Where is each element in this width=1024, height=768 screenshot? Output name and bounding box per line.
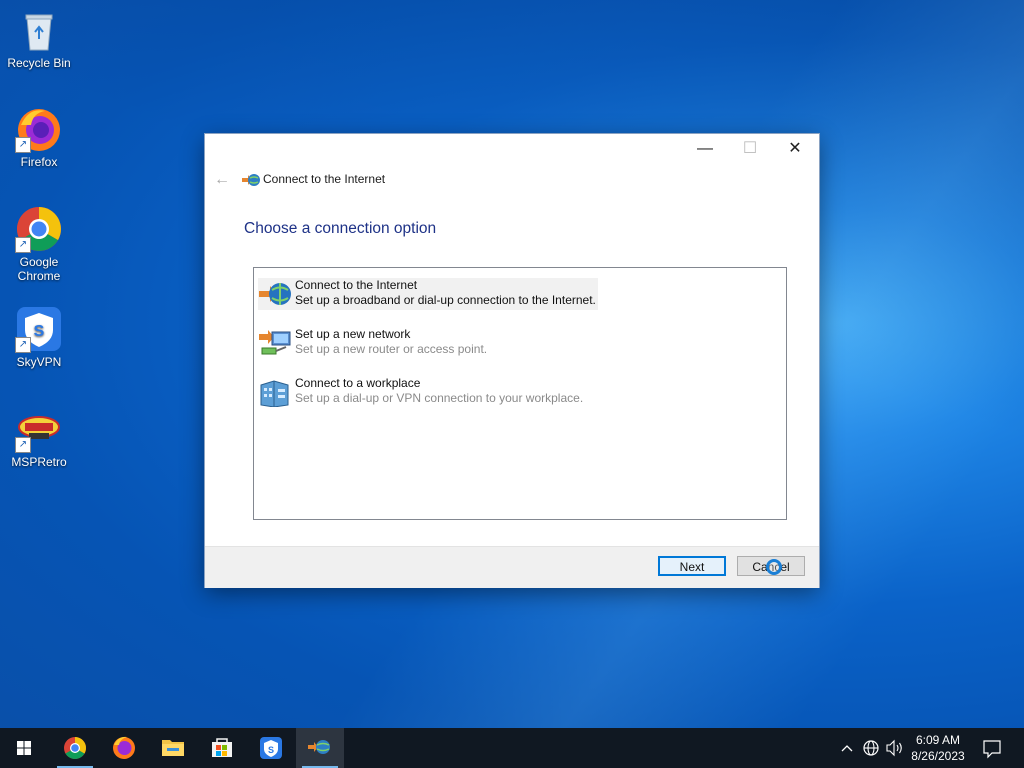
option-connect-workplace[interactable]: Connect to a workplace Set up a dial-up … xyxy=(258,376,598,408)
option-description: Set up a broadband or dial-up connection… xyxy=(295,293,596,307)
workplace-icon xyxy=(258,377,292,408)
shortcut-arrow-icon: ↗ xyxy=(15,337,31,353)
clock-date: 8/26/2023 xyxy=(911,749,965,763)
close-icon: ✕ xyxy=(788,140,802,157)
connection-options-list[interactable]: Connect to the Internet Set up a broadba… xyxy=(253,267,787,520)
taskbar-clock[interactable]: 6:09 AM 8/26/2023 xyxy=(906,732,970,764)
option-description: Set up a dial-up or VPN connection to yo… xyxy=(295,391,584,405)
skyvpn-icon: S xyxy=(260,737,282,759)
desktop-icon-label: MSPRetro xyxy=(11,455,67,469)
connect-internet-icon xyxy=(308,740,330,754)
dialog-footer: Next Cancel xyxy=(205,546,819,588)
desktop-icon-label: Recycle Bin xyxy=(7,56,71,70)
network-tray-button[interactable] xyxy=(860,728,882,768)
volume-tray-button[interactable] xyxy=(884,728,906,768)
taskbar-chrome[interactable] xyxy=(51,728,99,768)
skyvpn-icon: S ↗ xyxy=(15,305,63,353)
connect-internet-icon xyxy=(242,172,260,188)
notification-icon xyxy=(983,740,1001,759)
minimize-button[interactable]: — xyxy=(682,134,728,166)
notifications-button[interactable] xyxy=(978,728,1006,768)
shortcut-arrow-icon: ↗ xyxy=(15,437,31,453)
desktop-icon-mspretro[interactable]: ↗ MSPRetro xyxy=(4,405,74,469)
svg-text:S: S xyxy=(34,323,45,340)
shortcut-arrow-icon: ↗ xyxy=(15,237,31,253)
dialog-titlebar[interactable]: — ☐ ✕ xyxy=(205,134,819,166)
option-title: Connect to a workplace xyxy=(295,376,421,390)
chevron-up-icon xyxy=(841,745,853,752)
chrome-icon: ↗ xyxy=(15,205,63,253)
taskbar-file-explorer[interactable] xyxy=(149,728,197,768)
svg-text:S: S xyxy=(268,745,274,755)
option-title: Connect to the Internet xyxy=(295,278,418,292)
show-hidden-icons-button[interactable] xyxy=(838,728,856,768)
microsoft-store-icon xyxy=(212,738,232,757)
desktop-icon-label: Google Chrome xyxy=(17,255,61,283)
mspretro-icon: ↗ xyxy=(15,405,63,453)
recycle-bin-icon xyxy=(15,6,63,54)
next-button[interactable]: Next xyxy=(658,556,726,576)
taskbar-connect-internet[interactable] xyxy=(296,728,344,768)
option-connect-internet[interactable]: Connect to the Internet Set up a broadba… xyxy=(258,278,598,310)
minimize-icon: — xyxy=(697,140,713,157)
clock-time: 6:09 AM xyxy=(915,733,961,747)
internet-globe-icon xyxy=(258,279,292,309)
taskbar: S 6:09 AM 8/26/2023 xyxy=(0,728,1024,768)
taskbar-microsoft-store[interactable] xyxy=(198,728,246,768)
option-description: Set up a new router or access point. xyxy=(295,342,488,356)
maximize-icon: ☐ xyxy=(742,140,758,157)
chrome-icon xyxy=(64,737,86,759)
desktop-icon-recycle-bin[interactable]: Recycle Bin xyxy=(4,6,74,70)
desktop-icon-skyvpn[interactable]: S ↗ SkyVPN xyxy=(4,305,74,369)
busy-cursor-icon xyxy=(766,559,782,575)
desktop-icon-firefox[interactable]: ↗ Firefox xyxy=(4,105,74,169)
speaker-icon xyxy=(886,739,902,757)
option-new-network[interactable]: Set up a new network Set up a new router… xyxy=(258,327,598,359)
dialog-title: Connect to the Internet xyxy=(263,172,386,186)
option-title: Set up a new network xyxy=(295,327,411,341)
start-icon xyxy=(17,741,31,755)
file-explorer-icon xyxy=(162,740,184,756)
page-heading: Choose a connection option xyxy=(244,220,437,237)
maximize-button: ☐ xyxy=(727,134,773,166)
network-globe-icon xyxy=(863,740,879,756)
desktop-icon-label: Firefox xyxy=(20,155,58,169)
taskbar-firefox[interactable] xyxy=(100,728,148,768)
connect-internet-dialog: — ☐ ✕ ← Connect to the Internet Choose a… xyxy=(205,134,819,588)
firefox-icon: ↗ xyxy=(15,105,63,153)
shortcut-arrow-icon: ↗ xyxy=(15,137,31,153)
taskbar-skyvpn[interactable]: S xyxy=(247,728,295,768)
start-button[interactable] xyxy=(0,728,48,768)
new-network-icon xyxy=(258,328,292,358)
back-arrow-icon[interactable]: ← xyxy=(214,171,230,189)
desktop-icon-google-chrome[interactable]: ↗ Google Chrome xyxy=(4,205,74,283)
firefox-icon xyxy=(113,736,135,759)
close-button[interactable]: ✕ xyxy=(772,134,818,166)
desktop-icon-label: SkyVPN xyxy=(16,355,62,369)
